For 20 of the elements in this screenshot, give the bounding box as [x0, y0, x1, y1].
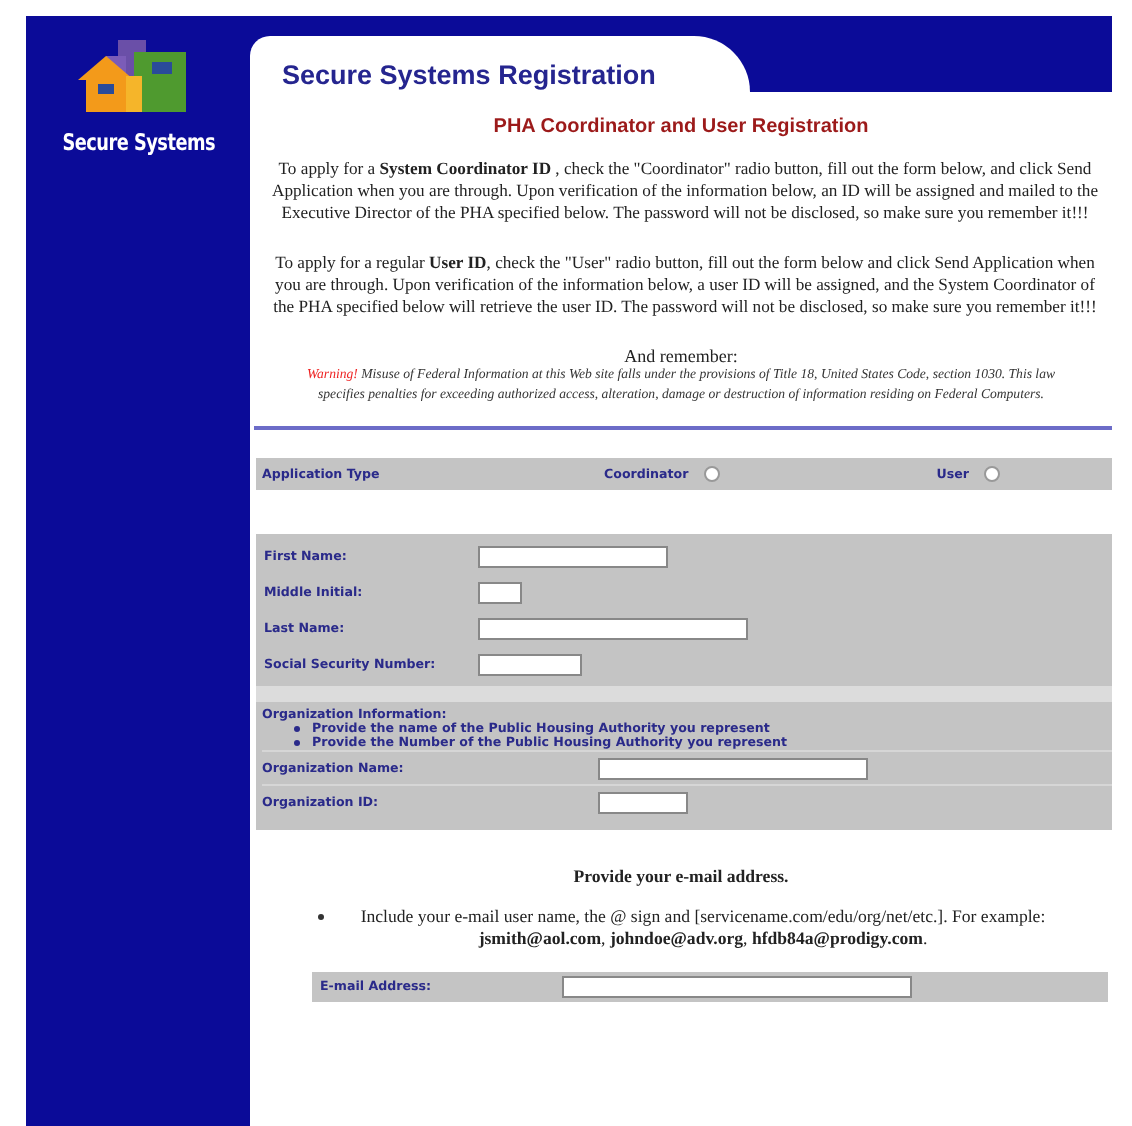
input-field[interactable] [598, 757, 868, 779]
email-instructions: Include your e-mail user name, the @ sign and [servicename.com/edu/org/net/etc.]. For example: jsmith@aol.com, johndoe@adv.org, hfdb84a@prodigy.com. [358, 906, 1048, 949]
logo-text: Secure Systems [61, 128, 215, 156]
bullet-icon [294, 740, 300, 746]
email-heading: Provide your e-mail address. [571, 866, 791, 886]
instruction-paragraph: To apply for a System Coordinator ID , check the "Coordinator" radio button, fill out the form below, and click Send Application when you are through. Upon verification of the information below, an ID will be assigned and mailed to the Executive Director of the PHA specified below. The password will not be disclosed, so make sure you remember it!!! [269, 158, 1101, 224]
input-field[interactable] [478, 582, 522, 604]
bullet-icon [294, 726, 300, 732]
input-field[interactable] [598, 791, 688, 813]
page-title: Secure Systems Registration [282, 60, 656, 92]
page-subtitle: PHA Coordinator and User Registration [491, 116, 871, 138]
radio-button[interactable] [984, 466, 1001, 482]
bullet-icon [318, 914, 324, 920]
instruction-paragraph: To apply for a regular User ID, check the "User" radio button, fill out the form below and click Send Application when you are through. Upon verification of the information below, a user ID will be assigned, and the System Coordinator of the PHA specified below will retrieve the user ID. The password will not be disclosed, so make sure you remember it!!! [271, 252, 1099, 318]
input-field[interactable] [478, 618, 748, 640]
radio-button[interactable] [704, 466, 721, 482]
input-field[interactable] [478, 546, 668, 568]
email-field[interactable] [562, 976, 912, 999]
reminder-heading: And remember: [622, 346, 740, 366]
input-field[interactable] [478, 654, 582, 676]
